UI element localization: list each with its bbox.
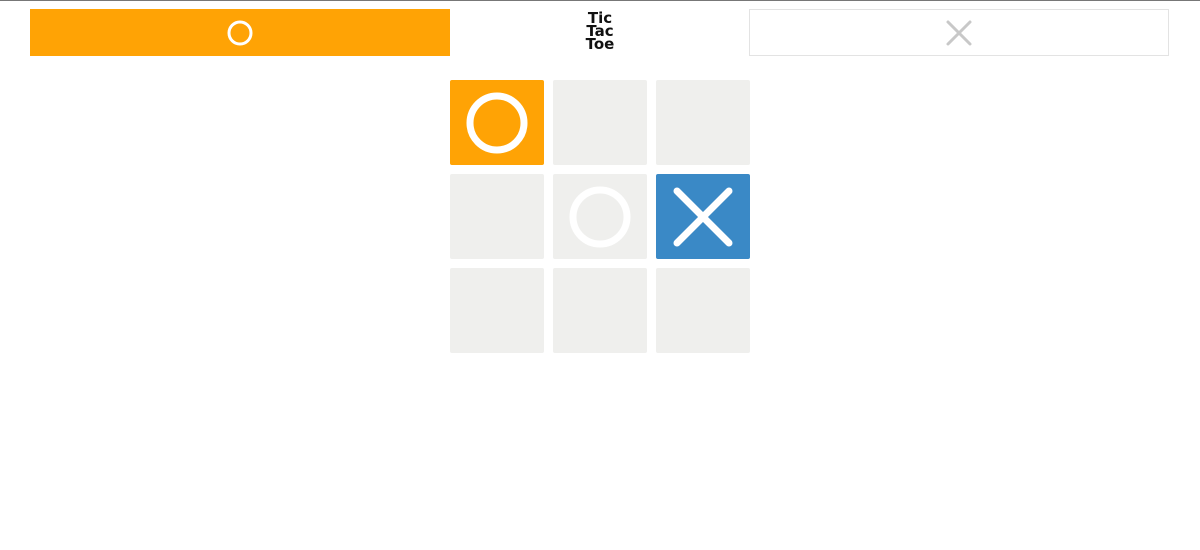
game-board: [450, 80, 750, 353]
board-cell-r3-c3[interactable]: [656, 268, 750, 353]
board-cell-r1-c3[interactable]: [656, 80, 750, 165]
player-o-indicator: [30, 9, 450, 56]
board-cell-r2-c2[interactable]: [553, 174, 647, 259]
x-mark-icon: [673, 187, 733, 246]
o-mark-icon: [466, 92, 528, 153]
board-cell-r3-c2[interactable]: [553, 268, 647, 353]
board-cell-r2-c3[interactable]: [656, 174, 750, 259]
o-icon: [227, 20, 253, 45]
board-cell-r3-c1[interactable]: [450, 268, 544, 353]
o-mark-icon: [569, 186, 631, 247]
game-header: Tic Tac Toe: [30, 9, 1171, 58]
page-title: Tic Tac Toe: [570, 11, 630, 53]
board-cell-r2-c1[interactable]: [450, 174, 544, 259]
x-icon: [946, 20, 972, 45]
player-x-indicator: [749, 9, 1169, 56]
title-line-toe: Toe: [585, 35, 615, 53]
board-cell-r1-c2[interactable]: [553, 80, 647, 165]
board-cell-r1-c1[interactable]: [450, 80, 544, 165]
top-border: [0, 0, 1200, 1]
